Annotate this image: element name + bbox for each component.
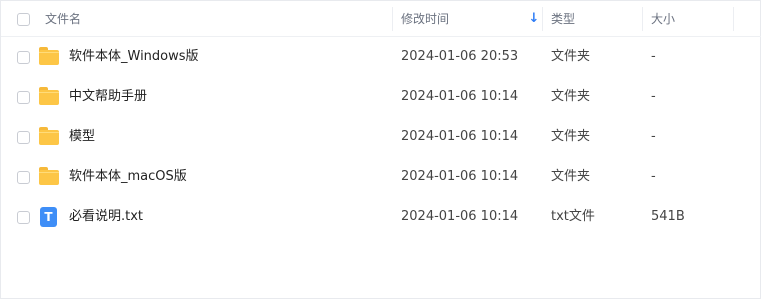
column-header-modified[interactable]: 修改时间 (401, 1, 449, 37)
folder-icon (39, 127, 59, 145)
file-modified: 2024-01-06 10:14 (401, 209, 519, 224)
text-file-icon: T (40, 207, 57, 227)
file-type: txt文件 (551, 209, 595, 224)
file-name[interactable]: 软件本体_macOS版 (69, 157, 187, 197)
column-divider[interactable] (733, 7, 734, 31)
table-row[interactable]: 模型 2024-01-06 10:14 文件夹 - (1, 117, 761, 157)
file-name[interactable]: 模型 (69, 117, 95, 157)
file-type: 文件夹 (551, 129, 591, 144)
column-divider[interactable] (392, 7, 393, 31)
arrow-down-icon[interactable]: ↓ (528, 1, 540, 37)
table-row[interactable]: T 必看说明.txt 2024-01-06 10:14 txt文件 541B (1, 197, 761, 237)
file-size: - (651, 129, 656, 144)
folder-icon (39, 87, 59, 105)
file-name[interactable]: 软件本体_Windows版 (69, 37, 199, 77)
row-checkbox[interactable] (17, 131, 30, 144)
column-header-type[interactable]: 类型 (551, 1, 575, 37)
file-size: - (651, 49, 656, 64)
folder-icon (39, 47, 59, 65)
table-row[interactable]: 软件本体_Windows版 2024-01-06 20:53 文件夹 - (1, 37, 761, 77)
file-modified: 2024-01-06 20:53 (401, 49, 519, 64)
file-size: - (651, 89, 656, 104)
column-header-name[interactable]: 文件名 (45, 1, 81, 37)
file-type: 文件夹 (551, 89, 591, 104)
row-checkbox[interactable] (17, 211, 30, 224)
file-modified: 2024-01-06 10:14 (401, 169, 519, 184)
column-divider[interactable] (642, 7, 643, 31)
file-type: 文件夹 (551, 169, 591, 184)
row-checkbox[interactable] (17, 171, 30, 184)
table-row[interactable]: 中文帮助手册 2024-01-06 10:14 文件夹 - (1, 77, 761, 117)
select-all-checkbox[interactable] (17, 13, 30, 26)
file-size: - (651, 169, 656, 184)
column-divider[interactable] (542, 7, 543, 31)
row-checkbox[interactable] (17, 51, 30, 64)
file-name[interactable]: 必看说明.txt (69, 197, 143, 237)
column-header-size[interactable]: 大小 (651, 1, 675, 37)
file-list-panel: 文件名 修改时间 ↓ 类型 大小 软件本体_Windows版 2024-01-0… (0, 0, 761, 299)
file-modified: 2024-01-06 10:14 (401, 89, 519, 104)
table-header: 文件名 修改时间 ↓ 类型 大小 (1, 1, 761, 37)
file-modified: 2024-01-06 10:14 (401, 129, 519, 144)
folder-icon (39, 167, 59, 185)
file-name[interactable]: 中文帮助手册 (69, 77, 147, 117)
file-size: 541B (651, 209, 685, 224)
table-row[interactable]: 软件本体_macOS版 2024-01-06 10:14 文件夹 - (1, 157, 761, 197)
file-type: 文件夹 (551, 49, 591, 64)
row-checkbox[interactable] (17, 91, 30, 104)
